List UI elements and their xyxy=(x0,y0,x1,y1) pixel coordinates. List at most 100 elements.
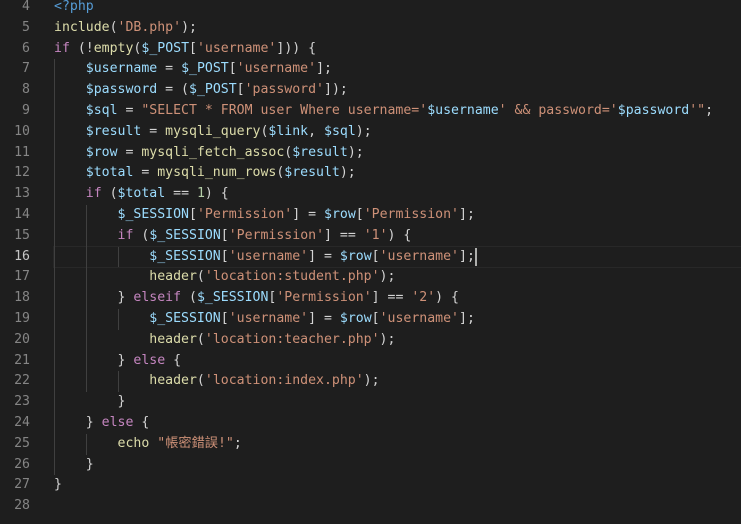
code-token: = xyxy=(117,103,142,118)
code-token: ) { xyxy=(204,186,229,202)
code-token: ]); xyxy=(324,82,348,98)
line-number: 9 xyxy=(22,103,30,118)
code-line[interactable]: include('DB.php'); xyxy=(54,18,741,39)
code-line[interactable]: header('location:student.php'); xyxy=(54,267,741,288)
code-token: $row xyxy=(339,311,372,326)
code-token: $sql xyxy=(85,103,118,118)
code-token: header xyxy=(149,331,197,347)
code-token: ]; xyxy=(459,207,475,222)
code-token: if xyxy=(117,227,134,243)
code-token: = xyxy=(133,165,158,181)
code-token: $_SESSION xyxy=(149,311,221,326)
line-number: 10 xyxy=(14,123,30,139)
code-token: elseif xyxy=(133,290,182,306)
code-token: 'Permission' xyxy=(228,227,325,243)
code-line[interactable]: } else { xyxy=(54,351,741,372)
code-line[interactable]: $result = mysqli_query($link, $sql); xyxy=(54,122,741,143)
code-token: $sql xyxy=(324,123,356,139)
code-line[interactable] xyxy=(54,496,741,517)
code-token: ) { xyxy=(387,227,412,243)
code-token: $result xyxy=(292,144,348,160)
code-token: $row xyxy=(85,144,118,160)
code-token: [ xyxy=(220,311,229,326)
code-token: ) { xyxy=(435,290,459,306)
code-line[interactable]: echo "帳密錯誤!"; xyxy=(54,434,741,455)
code-token: ])) { xyxy=(276,40,317,56)
code-token: 'username' xyxy=(379,311,459,326)
code-token: "帳密錯誤!" xyxy=(157,435,234,451)
indent-guide xyxy=(117,309,119,330)
code-token: 'Permission' xyxy=(196,207,293,222)
code-token: 'location:teacher.php' xyxy=(204,331,380,347)
code-token: $password xyxy=(85,82,158,98)
code-token: <?php xyxy=(54,0,94,14)
line-number: 27 xyxy=(14,477,30,493)
code-token: '2' xyxy=(411,290,436,306)
code-token: ]; xyxy=(459,311,475,326)
code-token: 'Permission' xyxy=(276,290,372,306)
code-token: ( xyxy=(101,186,118,202)
code-token: 'password' xyxy=(244,82,324,98)
code-token: ( xyxy=(181,290,197,306)
code-line[interactable]: $total = mysqli_num_rows($result); xyxy=(54,163,741,184)
code-line[interactable]: $_SESSION['username'] = $row['username']… xyxy=(53,245,741,269)
code-token: header xyxy=(149,373,197,389)
code-token: ( xyxy=(196,331,205,347)
line-number: 24 xyxy=(14,415,30,430)
code-line[interactable]: <?php xyxy=(54,0,741,18)
code-token: { xyxy=(165,352,182,368)
code-token: = xyxy=(117,144,142,160)
code-line[interactable]: $password = ($_POST['password']); xyxy=(54,80,741,101)
indent-guide xyxy=(117,371,119,393)
code-token: [ xyxy=(228,61,237,77)
code-line[interactable]: header('location:teacher.php'); xyxy=(54,330,741,351)
code-token: include xyxy=(54,19,110,35)
code-token: [ xyxy=(236,82,245,98)
code-token: } xyxy=(54,477,62,493)
code-line[interactable]: } xyxy=(54,392,741,413)
text-cursor xyxy=(475,248,478,266)
code-token: ] = xyxy=(292,207,324,222)
code-line[interactable]: $username = $_POST['username']; xyxy=(54,59,741,80)
code-token: $username xyxy=(427,103,499,118)
code-line[interactable]: if ($_SESSION['Permission'] == '1') { xyxy=(54,226,741,247)
code-line[interactable]: } else { xyxy=(54,413,741,434)
code-token: $result xyxy=(85,123,142,139)
code-line[interactable]: $sql = "SELECT * FROM user Where usernam… xyxy=(54,101,741,122)
line-number: 5 xyxy=(22,19,30,35)
code-line[interactable]: $_SESSION['Permission'] = $row['Permissi… xyxy=(54,205,741,226)
code-line[interactable]: } elseif ($_SESSION['Permission'] == '2'… xyxy=(54,288,741,309)
code-token: ); xyxy=(347,144,364,160)
code-token: $total xyxy=(117,186,166,202)
line-number-gutter: 4 5 6 7 8 9 10 11 12 13 14 15 16 17 18 19 20 21 22 23 24 25 26… xyxy=(0,0,38,524)
code-line[interactable]: } xyxy=(54,455,741,476)
line-number: 23 xyxy=(14,394,30,410)
line-number: 20 xyxy=(14,331,30,347)
code-line[interactable]: $_SESSION['username'] = $row['username']… xyxy=(54,309,741,330)
code-line[interactable]: } xyxy=(54,475,741,496)
code-line[interactable]: if ($total == 1) { xyxy=(54,184,741,205)
code-token: { xyxy=(133,415,150,430)
line-number: 25 xyxy=(14,435,30,451)
code-token: $link xyxy=(268,123,309,139)
code-token: ] == xyxy=(371,290,412,306)
code-token: ; xyxy=(233,435,242,451)
code-token: [ xyxy=(220,248,229,264)
code-area[interactable]: <?php include('DB.php'); if (!empty($_POST… xyxy=(53,0,741,524)
code-line[interactable]: header('location:index.php'); xyxy=(54,371,741,392)
code-editor[interactable]: 4 5 6 7 8 9 10 11 12 13 14 15 16 17 18 19 20 21 22 23 24 25 26… xyxy=(0,0,741,524)
line-number: 15 xyxy=(14,227,30,243)
code-token: [ xyxy=(371,248,380,264)
code-token: (! xyxy=(69,40,94,56)
code-line[interactable]: if (!empty($_POST['username'])) { xyxy=(54,39,741,60)
code-token: mysqli_fetch_assoc xyxy=(141,144,285,160)
code-token: } xyxy=(54,456,94,472)
code-token: $_POST xyxy=(141,40,190,56)
code-line[interactable]: $row = mysqli_fetch_assoc($result); xyxy=(54,143,741,164)
code-token: 'location:index.php' xyxy=(204,373,364,389)
